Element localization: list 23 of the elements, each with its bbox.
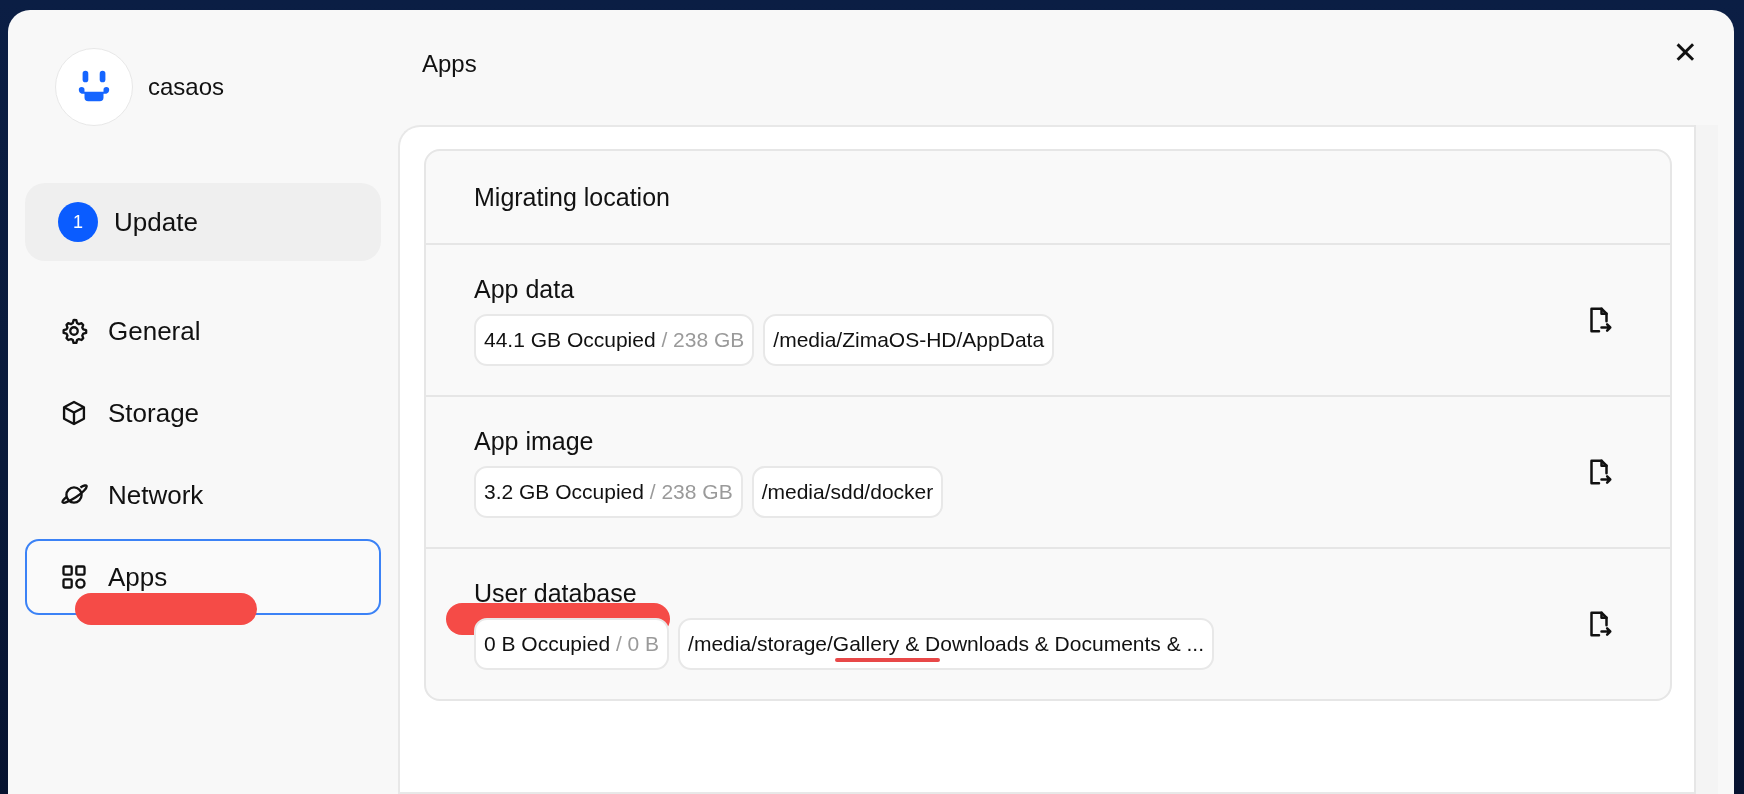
sidebar-item[interactable]: Storage	[25, 375, 381, 451]
scrollbar[interactable]	[1694, 125, 1718, 794]
close-button[interactable]: ✕	[1664, 35, 1706, 70]
update-label: Update	[114, 206, 198, 238]
grid-icon	[60, 563, 88, 591]
page-title: Apps	[422, 49, 477, 78]
cube-icon	[60, 399, 88, 427]
update-item[interactable]: 1 Update	[25, 183, 381, 261]
location-label: App image	[474, 426, 595, 456]
update-count-badge: 1	[58, 202, 98, 242]
path-chip: /media/ZimaOS-HD/AppData	[763, 313, 1055, 366]
card-title: Migrating location	[426, 151, 1670, 245]
sidebar-item[interactable]: General	[25, 293, 381, 369]
usage-chip: 3.2 GB Occupied / 238 GB	[474, 465, 743, 518]
location-label: App data	[474, 274, 576, 304]
user-name: casaos	[148, 73, 225, 101]
usage-chip: 0 B Occupied / 0 B	[474, 617, 670, 670]
sidebar-item[interactable]: Network	[25, 457, 381, 533]
location-label: User database	[474, 578, 638, 608]
usage-chip: 44.1 GB Occupied / 238 GB	[474, 313, 755, 366]
path-chip: /media/sdd/docker	[751, 465, 944, 518]
path-chip: /media/storage/Gallery & Downloads & Documents & ...	[678, 617, 1214, 670]
gear-icon	[60, 317, 88, 345]
